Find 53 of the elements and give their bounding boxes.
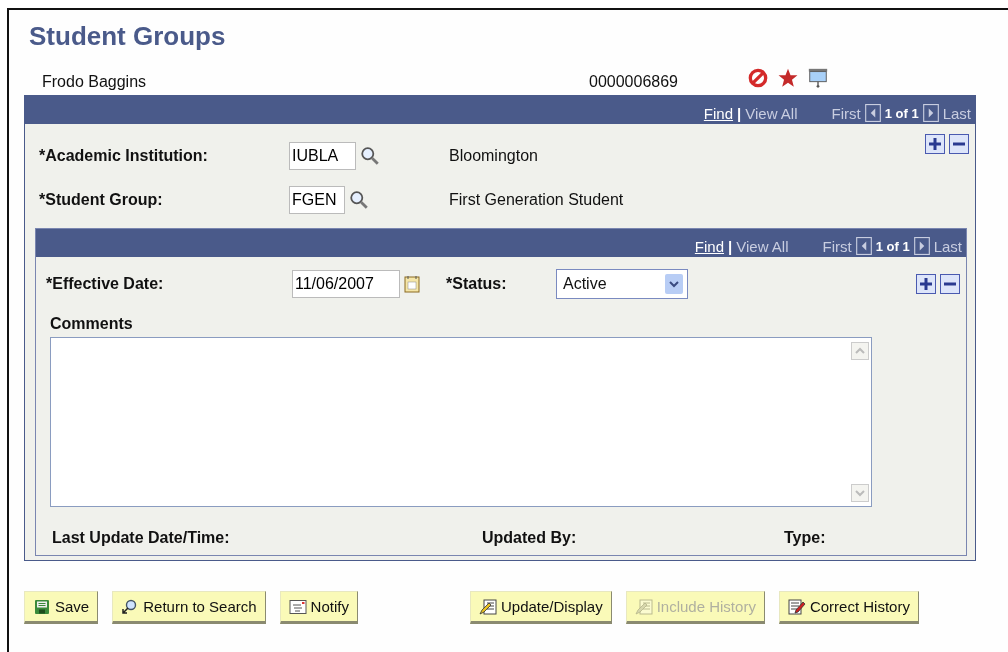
last-link[interactable]: Last — [933, 237, 962, 255]
field-label: *Student Group: — [39, 191, 164, 209]
input-field[interactable]: IUBLA — [289, 142, 356, 170]
find-link[interactable]: Find — [703, 104, 734, 122]
comments-label: Comments — [50, 315, 134, 333]
field-label: *Academic Institution: — [39, 147, 209, 165]
separator: | — [728, 237, 733, 255]
date-field[interactable]: 11/06/2007 — [292, 270, 400, 298]
field-description: First Generation Student — [449, 191, 624, 209]
footer-label: Last Update Date/Time: — [51, 529, 231, 547]
row-count: 1 of 1 — [875, 238, 910, 254]
add-row-icon[interactable] — [925, 134, 945, 154]
footer-label: Updated By: — [482, 529, 578, 547]
row-count: 1 of 1 — [884, 105, 919, 121]
delete-row-icon[interactable] — [940, 274, 960, 294]
field-description: Bloomington — [449, 147, 538, 165]
next-icon[interactable] — [922, 104, 939, 122]
first-link[interactable]: First — [822, 237, 852, 255]
pencil-document-icon — [634, 598, 653, 615]
footer-label: Type: — [784, 529, 826, 547]
student-name: Frodo Baggins — [42, 73, 148, 92]
toolbar-button[interactable]: Correct History — [778, 591, 919, 624]
student-id: 0000006869 — [589, 73, 679, 92]
prohibited-icon[interactable] — [747, 67, 769, 89]
star-icon[interactable] — [777, 67, 799, 89]
chevron-down-icon — [665, 274, 683, 294]
status-dropdown[interactable]: Active — [556, 269, 688, 299]
toolbar-button[interactable]: Save — [24, 591, 99, 624]
envelope-icon — [288, 598, 307, 615]
pencil-document-icon — [787, 598, 806, 615]
view-all-link[interactable]: View All — [745, 104, 798, 122]
pencil-document-icon — [478, 598, 497, 615]
toolbar-button[interactable]: Notify — [279, 591, 358, 624]
next-icon[interactable] — [913, 237, 930, 255]
separator: | — [737, 104, 742, 122]
page-title: Student Groups — [28, 20, 227, 53]
projector-screen-icon[interactable] — [807, 67, 829, 89]
field-label: *Effective Date: — [46, 275, 165, 293]
previous-icon[interactable] — [864, 104, 881, 122]
toolbar-button[interactable]: Return to Search — [112, 591, 266, 624]
input-field[interactable]: FGEN — [289, 186, 345, 214]
find-link[interactable]: Find — [694, 237, 725, 255]
previous-icon[interactable] — [855, 237, 872, 255]
add-row-icon[interactable] — [916, 274, 936, 294]
view-all-link[interactable]: View All — [736, 237, 789, 255]
search-icon[interactable] — [349, 190, 369, 210]
field-label: *Status: — [446, 275, 508, 293]
calendar-icon[interactable] — [404, 275, 420, 293]
delete-row-icon[interactable] — [949, 134, 969, 154]
toolbar-button[interactable]: Update/Display — [469, 591, 612, 624]
search-icon[interactable] — [360, 146, 380, 166]
first-link[interactable]: First — [831, 104, 861, 122]
last-link[interactable]: Last — [942, 104, 971, 122]
